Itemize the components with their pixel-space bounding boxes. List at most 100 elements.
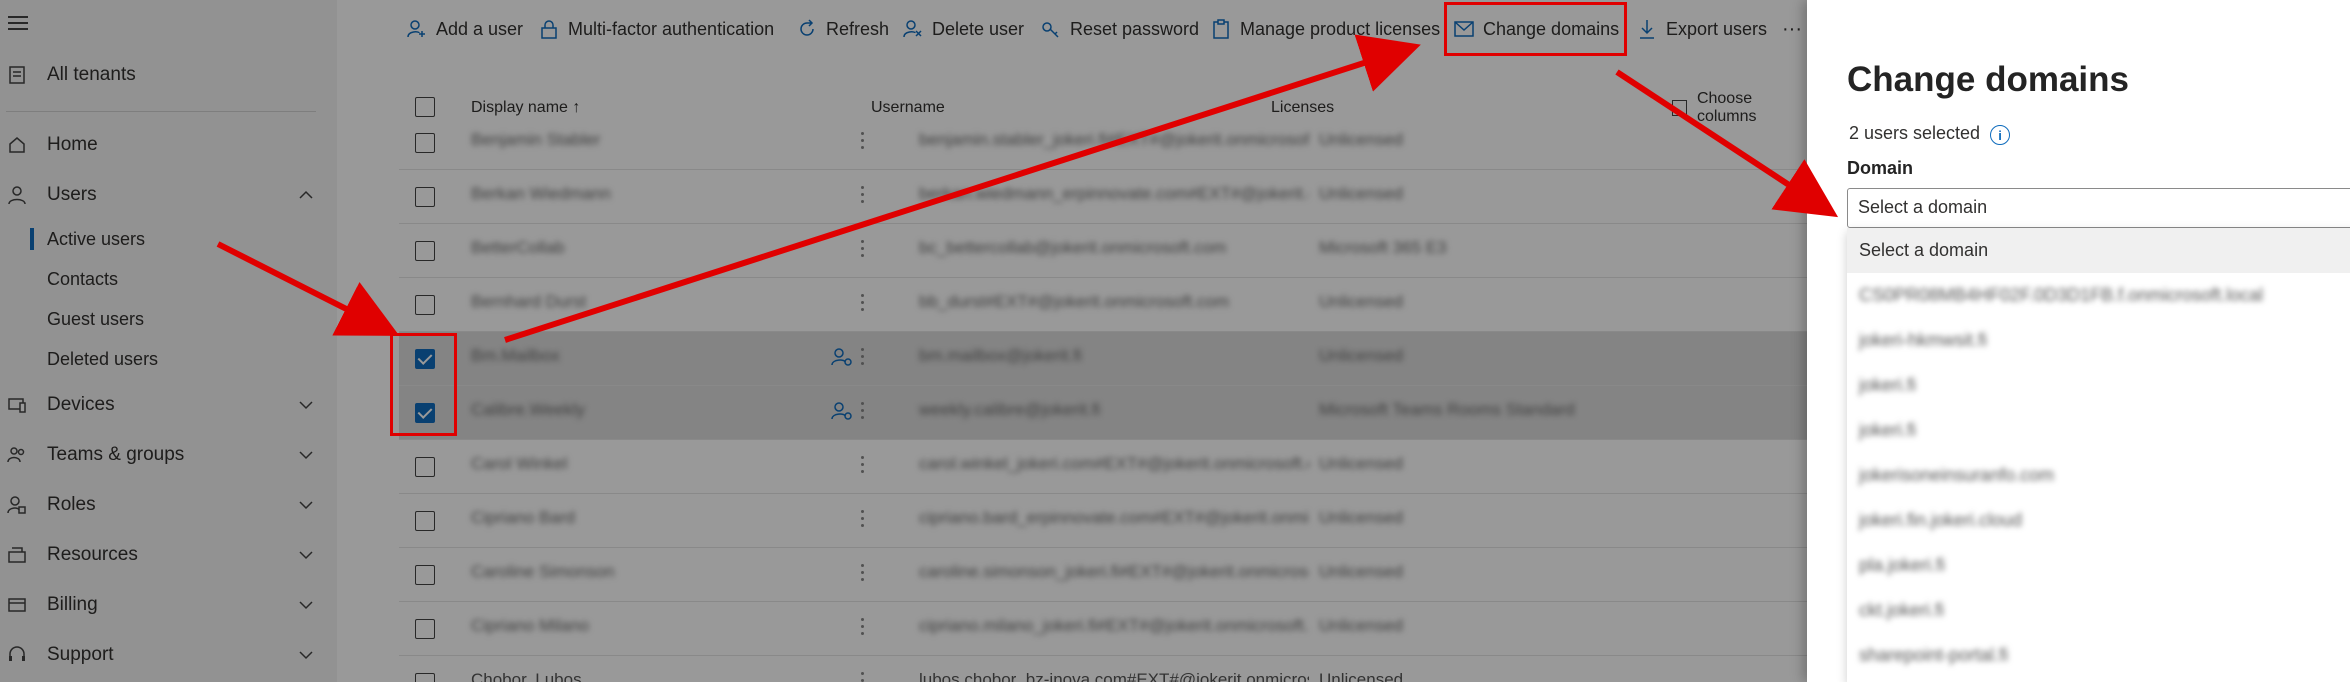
domain-option[interactable]: CS0PR08MB4HF02F.0D3D1FB.f.onmicrosoft.lo… [1847,273,2350,318]
row-checkbox[interactable] [415,619,435,639]
table-row[interactable]: Cipriano Milano cipriano.milano_jokeri.fi… [399,602,1899,656]
hamburger-menu-icon[interactable] [8,16,28,30]
more-options-icon[interactable] [861,618,865,640]
table-row[interactable]: BetterCollab bc_bettercollab@jokerit.onmi… [399,224,1899,278]
nav-deleted-users[interactable]: Deleted users [47,344,158,374]
chevron-down-icon[interactable] [298,447,314,463]
table-row[interactable]: Benjamin Stabler benjamin.stabler_jokeri.… [399,116,1899,170]
domain-option[interactable]: jokeri-hkmwsit.fi [1847,318,2350,363]
display-name-cell[interactable]: Chobor, Lubos [471,670,582,682]
manage-licenses-button[interactable]: Manage product licenses [1211,14,1440,44]
display-name-cell[interactable]: Benjamin Stabler [471,130,600,150]
table-row[interactable]: Berkan Wiedmann berkan.wiedmann_erpinnova… [399,170,1899,224]
domain-select[interactable]: Select a domain [1847,188,2350,228]
more-actions-button[interactable]: ··· [1782,14,1802,44]
home-icon [6,134,28,156]
domain-option[interactable]: jokerisoneinsuranfo.com [1847,453,2350,498]
display-name-cell[interactable]: Cipriano Bard [471,508,575,528]
chevron-down-icon[interactable] [298,647,314,663]
info-icon[interactable]: i [1990,125,2010,145]
more-options-icon[interactable] [861,294,865,316]
change-domains-button[interactable]: Change domains [1454,14,1619,44]
row-checkbox[interactable] [415,673,435,682]
table-row[interactable]: Bm.Mailbox bm.mailbox@jokerit.fi Unlicense… [399,332,1899,386]
display-name-cell[interactable]: Carol Winkel [471,454,567,474]
nav-billing[interactable]: Billing [0,585,337,625]
display-name-cell[interactable]: Berkan Wiedmann [471,184,611,204]
nav-support[interactable]: Support [0,635,337,675]
delete-user-button[interactable]: Delete user [903,14,1024,44]
user-icon [6,184,28,206]
row-checkbox[interactable] [415,295,435,315]
nav-guest-users[interactable]: Guest users [47,304,144,334]
domain-option[interactable]: sharepoint-portal.fi [1847,633,2350,678]
nav-roles[interactable]: Roles [0,485,337,525]
display-name-cell[interactable]: Cipriano Milano [471,616,589,636]
row-checkbox[interactable] [415,133,435,153]
more-options-icon[interactable] [861,348,865,370]
nav-teams-groups[interactable]: Teams & groups [0,435,337,475]
row-checkbox[interactable] [415,187,435,207]
row-checkbox[interactable] [415,565,435,585]
add-user-button[interactable]: Add a user [407,14,523,44]
table-row[interactable]: Calibre.Weekly weekly.calibre@jokerit.fi M… [399,386,1899,440]
row-checkbox[interactable] [415,349,435,369]
more-options-icon[interactable] [861,510,865,532]
table-row[interactable]: Carol Winkel carol.winkel_jokeri.com#EXT#… [399,440,1899,494]
mfa-button[interactable]: Multi-factor authentication [539,14,774,44]
left-navigation: All tenants Home Users Active users Cont… [0,0,337,682]
more-options-icon[interactable] [861,564,865,586]
display-name-cell[interactable]: Bm.Mailbox [471,346,560,366]
nav-home[interactable]: Home [0,125,337,165]
billing-icon [6,594,28,616]
display-name-cell[interactable]: Bernhard Durst [471,292,586,312]
domain-option[interactable]: jokeri.fi [1847,408,2350,453]
nav-all-tenants[interactable]: All tenants [0,55,337,95]
export-users-button[interactable]: Export users [1637,14,1767,44]
chevron-up-icon[interactable] [298,187,314,203]
domain-option[interactable]: ckt.jokeri.fi [1847,588,2350,633]
table-row[interactable]: Chobor, Lubos lubos.chobor_bz-inova.com#E… [399,656,1899,682]
nav-devices[interactable]: Devices [0,385,337,425]
nav-users[interactable]: Users [0,175,337,215]
chevron-down-icon[interactable] [298,597,314,613]
more-options-icon[interactable] [861,402,865,424]
domain-option[interactable]: Select a domain [1847,228,2350,273]
nav-contacts[interactable]: Contacts [47,264,118,294]
table-row[interactable]: Bernhard Durst bb_durst#EXT#@jokerit.onmi… [399,278,1899,332]
more-options-icon[interactable] [861,132,865,154]
domain-option[interactable]: jokeri.fi [1847,363,2350,408]
chevron-down-icon[interactable] [298,547,314,563]
nav-all-tenants-label: All tenants [47,64,136,85]
lock-icon [539,19,559,39]
nav-resources[interactable]: Resources [0,535,337,575]
more-options-icon[interactable] [861,240,865,262]
nav-divider [6,111,316,112]
roles-icon [6,494,28,516]
nav-active-users[interactable]: Active users [47,224,145,254]
more-options-icon[interactable] [861,672,865,682]
refresh-button[interactable]: Refresh [797,14,889,44]
add-user-label: Add a user [436,18,524,39]
delete-user-label: Delete user [932,18,1025,39]
chevron-down-icon[interactable] [298,397,314,413]
table-row[interactable]: Caroline Simonson caroline.simonson_joker… [399,548,1899,602]
domain-option[interactable]: jokeri.fin.jokeri.cloud [1847,498,2350,543]
people-settings-icon[interactable] [831,400,853,422]
display-name-cell[interactable]: BetterCollab [471,238,565,258]
display-name-cell[interactable]: Caroline Simonson [471,562,615,582]
chevron-down-icon[interactable] [298,497,314,513]
row-checkbox[interactable] [415,241,435,261]
row-checkbox[interactable] [415,511,435,531]
more-options-icon[interactable] [861,186,865,208]
domain-option[interactable]: pla.jokeri.fi [1847,543,2350,588]
table-row[interactable]: Cipriano Bard cipriano.bard_erpinnovate.c… [399,494,1899,548]
username-cell: bm.mailbox@jokerit.fi [919,346,1082,365]
display-name-cell[interactable]: Calibre.Weekly [471,400,585,420]
more-options-icon[interactable] [861,456,865,478]
people-settings-icon[interactable] [831,346,853,368]
reset-password-button[interactable]: Reset password [1041,14,1199,44]
select-all-checkbox[interactable] [415,97,435,117]
row-checkbox[interactable] [415,403,435,423]
row-checkbox[interactable] [415,457,435,477]
